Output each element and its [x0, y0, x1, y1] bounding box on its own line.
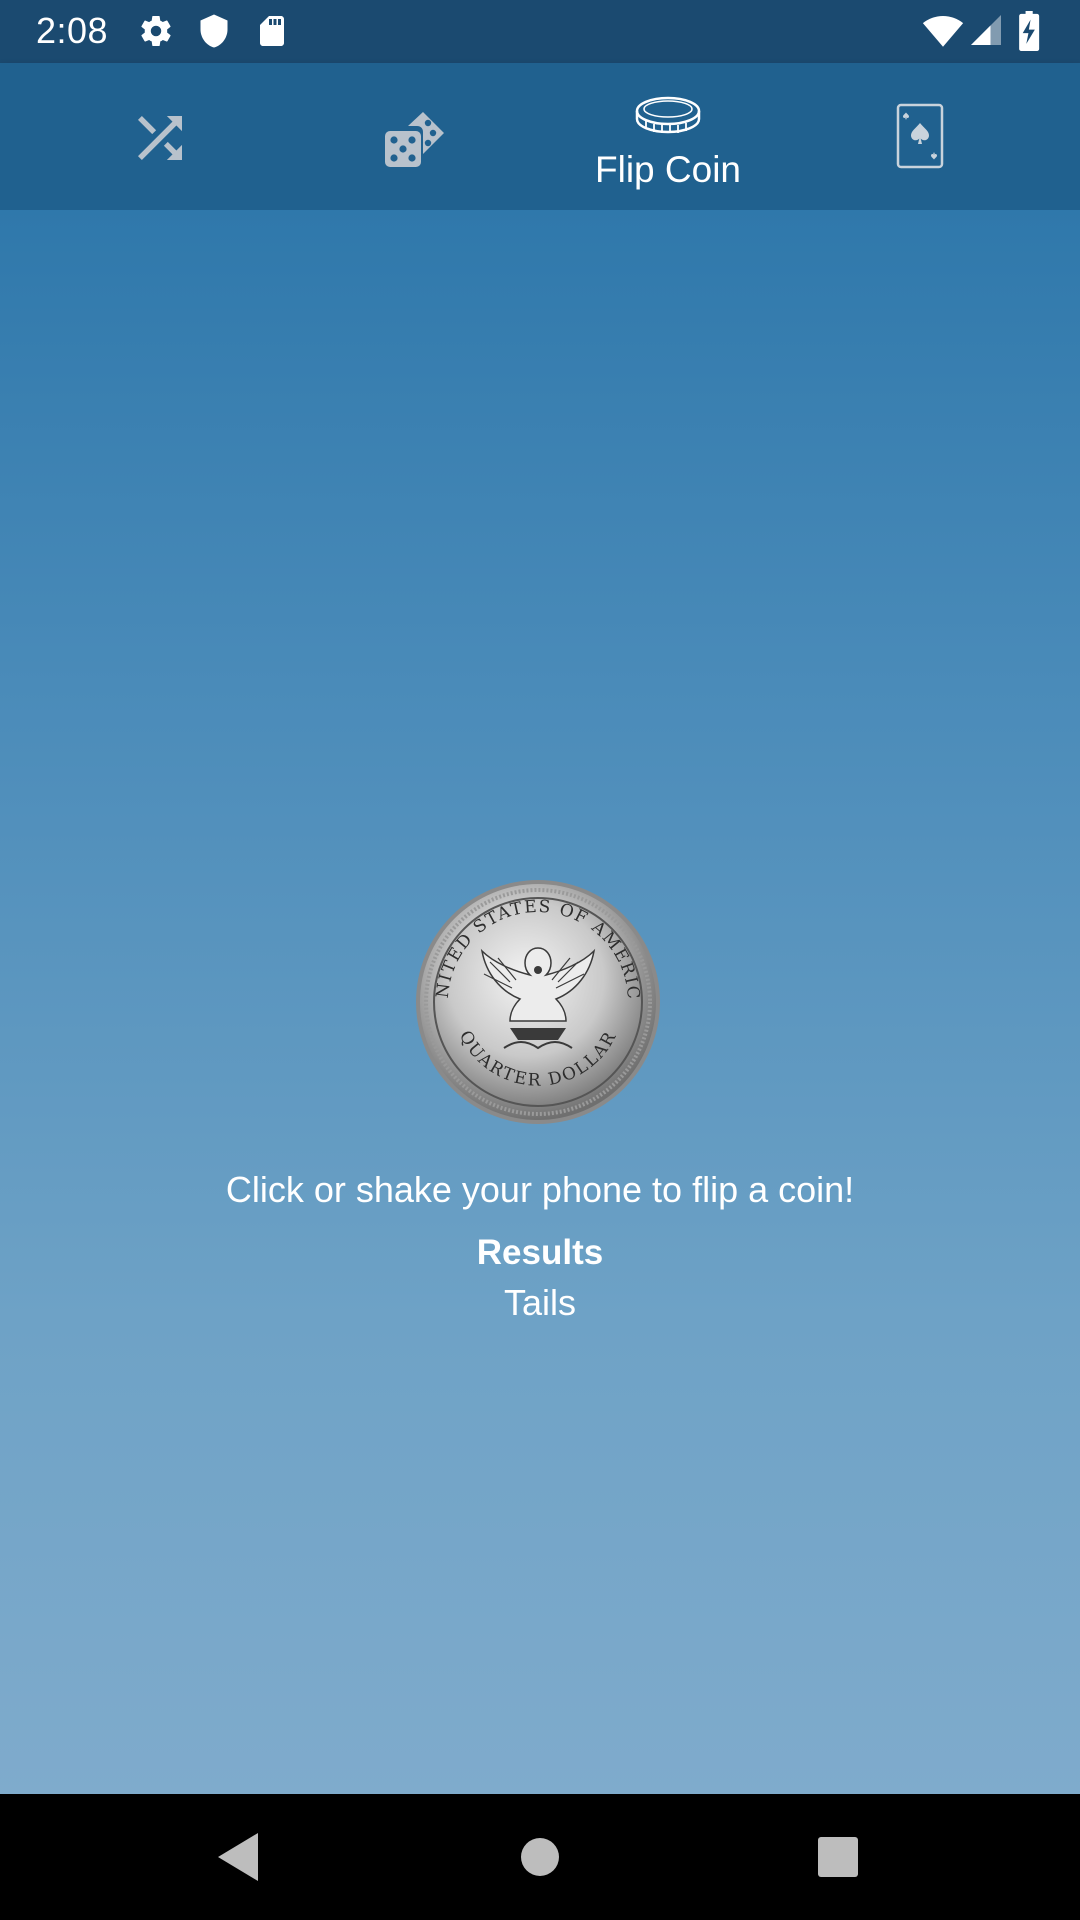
status-time: 2:08 — [36, 10, 109, 51]
tab-flip-coin[interactable]: Flip Coin — [541, 63, 795, 210]
dice-icon — [385, 112, 444, 167]
shield-icon — [200, 14, 228, 48]
wifi-icon — [922, 15, 964, 47]
home-icon[interactable] — [510, 1827, 570, 1887]
tab-shuffle[interactable] — [33, 63, 287, 210]
status-bar: 2:08 — [0, 0, 1080, 63]
tab-cards[interactable] — [795, 63, 1049, 210]
coin-tails-image[interactable]: UNITED STATES OF AMERICA QUARTER DOLLAR — [414, 878, 662, 1126]
shuffle-icon — [138, 116, 182, 160]
tab-bar: Flip Coin — [0, 63, 1080, 210]
results-label: Results — [476, 1233, 604, 1272]
settings-gear-icon — [141, 16, 171, 47]
playing-card-icon — [896, 103, 944, 169]
instruction-text: Click or shake your phone to flip a coin… — [225, 1169, 855, 1210]
result-value: Tails — [503, 1282, 577, 1323]
navigation-bar — [0, 1794, 1080, 1920]
sd-card-icon — [260, 16, 284, 46]
coin-flip-screen[interactable]: UNITED STATES OF AMERICA QUARTER DOLLAR … — [0, 210, 1080, 1794]
battery-charging-icon — [1019, 11, 1040, 51]
recent-apps-icon[interactable] — [808, 1827, 868, 1887]
back-icon[interactable] — [210, 1827, 270, 1887]
tab-label-flip-coin: Flip Coin — [595, 149, 741, 190]
tab-dice[interactable] — [287, 63, 541, 210]
cell-signal-icon — [971, 15, 1001, 45]
coin-icon — [635, 96, 701, 134]
